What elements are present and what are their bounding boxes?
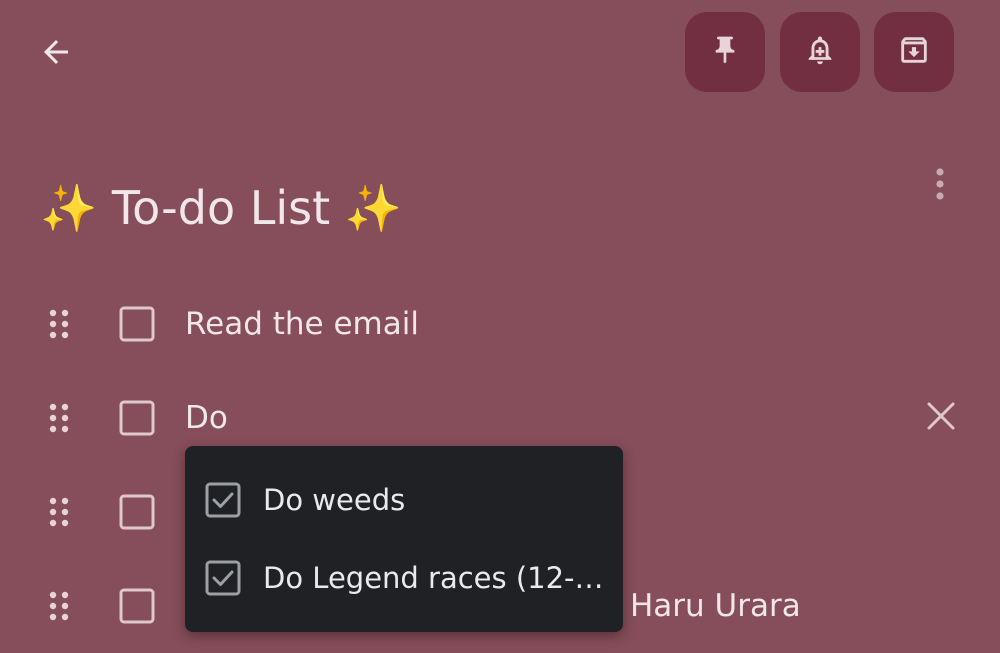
note-title[interactable]: ✨ To-do List ✨ — [40, 176, 402, 240]
close-icon — [926, 401, 956, 435]
checkbox[interactable] — [118, 305, 156, 343]
drag-handle-icon[interactable] — [44, 588, 74, 624]
checklist-item-input[interactable]: Do — [185, 398, 228, 438]
autocomplete-suggestion[interactable]: Do Legend races (12-… — [185, 539, 623, 617]
suggestion-label: Do Legend races (12-… — [263, 561, 604, 595]
archive-icon — [897, 33, 931, 71]
pin-icon — [709, 34, 741, 70]
back-button[interactable] — [28, 26, 84, 82]
more-options-button[interactable] — [920, 164, 960, 208]
suggestion-label: Do weeds — [263, 483, 406, 517]
arrow-back-icon — [38, 34, 74, 74]
checklist-row: Read the email — [0, 277, 1000, 371]
remove-item-button[interactable] — [918, 395, 964, 441]
autocomplete-suggestion[interactable]: Do weeds — [185, 461, 623, 539]
reminder-button[interactable] — [780, 12, 860, 92]
bell-plus-icon — [803, 33, 837, 71]
drag-handle-icon[interactable] — [44, 306, 74, 342]
pin-button[interactable] — [685, 12, 765, 92]
drag-handle-icon[interactable] — [44, 494, 74, 530]
checked-box-icon — [205, 560, 241, 596]
checkbox[interactable] — [118, 587, 156, 625]
more-vert-icon — [934, 166, 946, 206]
drag-handle-icon[interactable] — [44, 400, 74, 436]
checklist-item-text[interactable]: Haru Urara — [630, 586, 801, 626]
archive-button[interactable] — [874, 12, 954, 92]
checked-box-icon — [205, 482, 241, 518]
checkbox[interactable] — [118, 493, 156, 531]
checklist-item-text[interactable]: Read the email — [185, 304, 419, 344]
checkbox[interactable] — [118, 399, 156, 437]
autocomplete-popup: Do weeds Do Legend races (12-… — [185, 446, 623, 632]
